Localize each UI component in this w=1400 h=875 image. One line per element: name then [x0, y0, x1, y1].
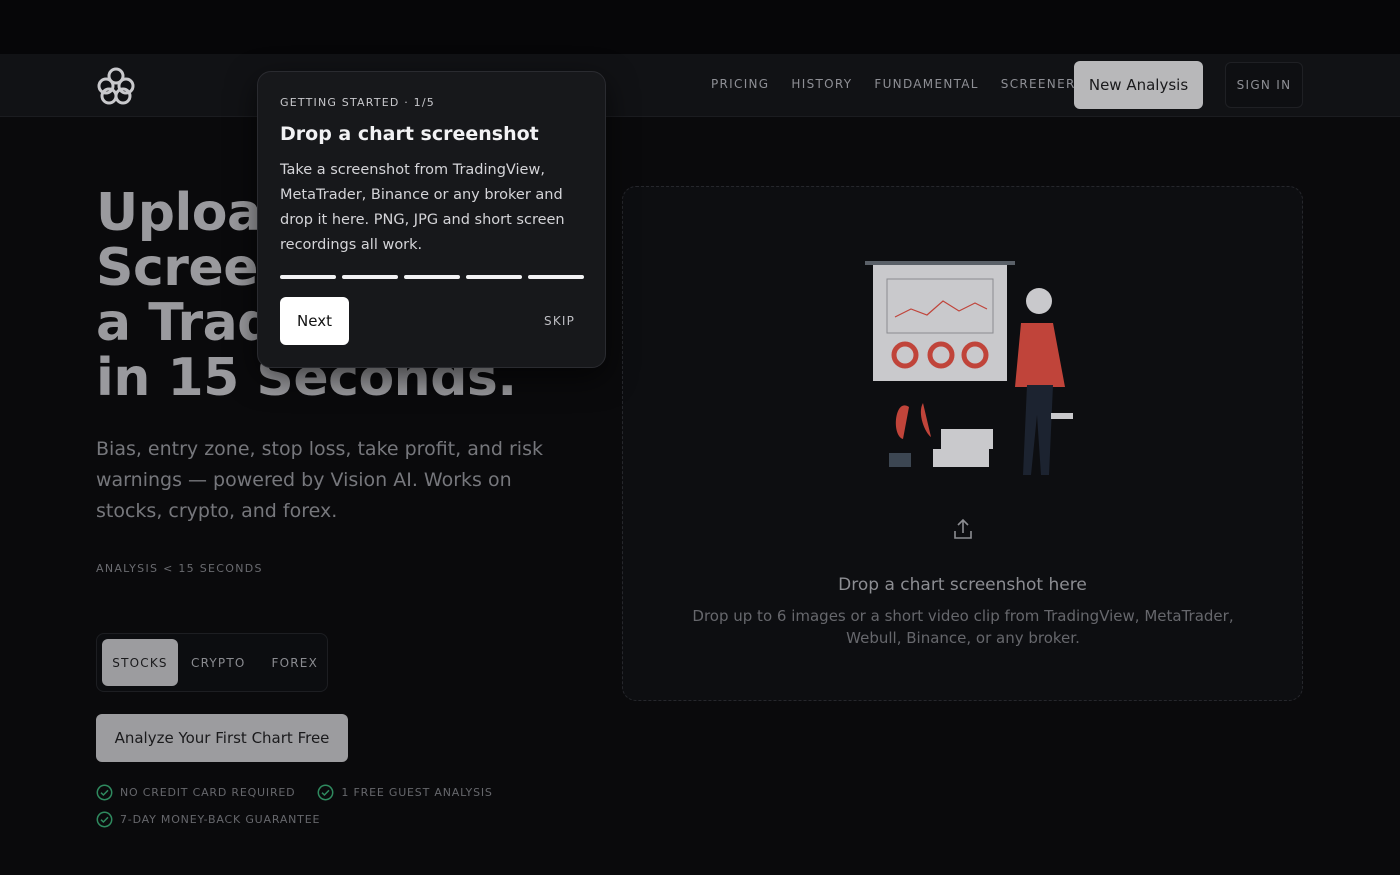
check-circle-icon [96, 784, 113, 801]
sign-in-button[interactable]: SIGN IN [1225, 62, 1303, 108]
tour-next-button[interactable]: Next [280, 297, 349, 345]
browser-top-bar [0, 0, 1400, 54]
check-label: 7-DAY MONEY-BACK GUARANTEE [120, 813, 321, 826]
chart-dropzone[interactable]: Drop a chart screenshot here Drop up to … [622, 186, 1303, 701]
check-circle-icon [317, 784, 334, 801]
analyze-first-chart-button[interactable]: Analyze Your First Chart Free [96, 714, 348, 762]
check-label: 1 FREE GUEST ANALYSIS [341, 786, 493, 799]
nav-link-pricing[interactable]: PRICING [711, 77, 769, 91]
dropzone-title: Drop a chart screenshot here [838, 575, 1087, 595]
tour-skip-button[interactable]: SKIP [544, 314, 575, 328]
check-label: NO CREDIT CARD REQUIRED [120, 786, 296, 799]
check-item: 7-DAY MONEY-BACK GUARANTEE [96, 811, 320, 828]
progress-segment [466, 275, 522, 279]
progress-segment [404, 275, 460, 279]
tour-body: Take a screenshot from TradingView, Meta… [280, 162, 565, 253]
check-item: 1 FREE GUEST ANALYSIS [317, 784, 492, 801]
dropzone-subtitle: Drop up to 6 images or a short video cli… [692, 607, 1234, 647]
tab-forex[interactable]: FOREX [259, 639, 332, 686]
tour-title: Drop a chart screenshot [280, 123, 539, 145]
upload-icon [954, 518, 972, 539]
tab-stocks[interactable]: STOCKS [102, 639, 178, 686]
check-item: NO CREDIT CARD REQUIRED [96, 784, 295, 801]
logo-icon[interactable] [94, 64, 138, 108]
nav-link-screener[interactable]: SCREENER [1001, 77, 1076, 91]
hero-subtitle: Bias, entry zone, stop loss, take profit… [96, 438, 543, 522]
new-analysis-button[interactable]: New Analysis [1074, 61, 1203, 109]
tour-progress-bar [280, 275, 584, 279]
progress-segment [280, 275, 336, 279]
nav-link-fundamental[interactable]: FUNDAMENTAL [874, 77, 978, 91]
tab-crypto[interactable]: CRYPTO [178, 639, 259, 686]
presentation-illustration [865, 261, 1073, 475]
progress-segment [528, 275, 584, 279]
check-circle-icon [96, 811, 113, 828]
progress-segment [342, 275, 398, 279]
guarantee-list: NO CREDIT CARD REQUIRED 1 FREE GUEST ANA… [96, 784, 493, 838]
analysis-time-label: ANALYSIS < 15 SECONDS [96, 562, 263, 575]
tour-step-label: GETTING STARTED · 1/5 [280, 96, 435, 109]
market-tabs: STOCKS CRYPTO FOREX [96, 633, 328, 692]
nav-link-history[interactable]: HISTORY [791, 77, 852, 91]
onboarding-tooltip: GETTING STARTED · 1/5 Drop a chart scree… [257, 71, 606, 368]
main-navigation: PRICING HISTORY FUNDAMENTAL SCREENER New… [0, 54, 1400, 117]
